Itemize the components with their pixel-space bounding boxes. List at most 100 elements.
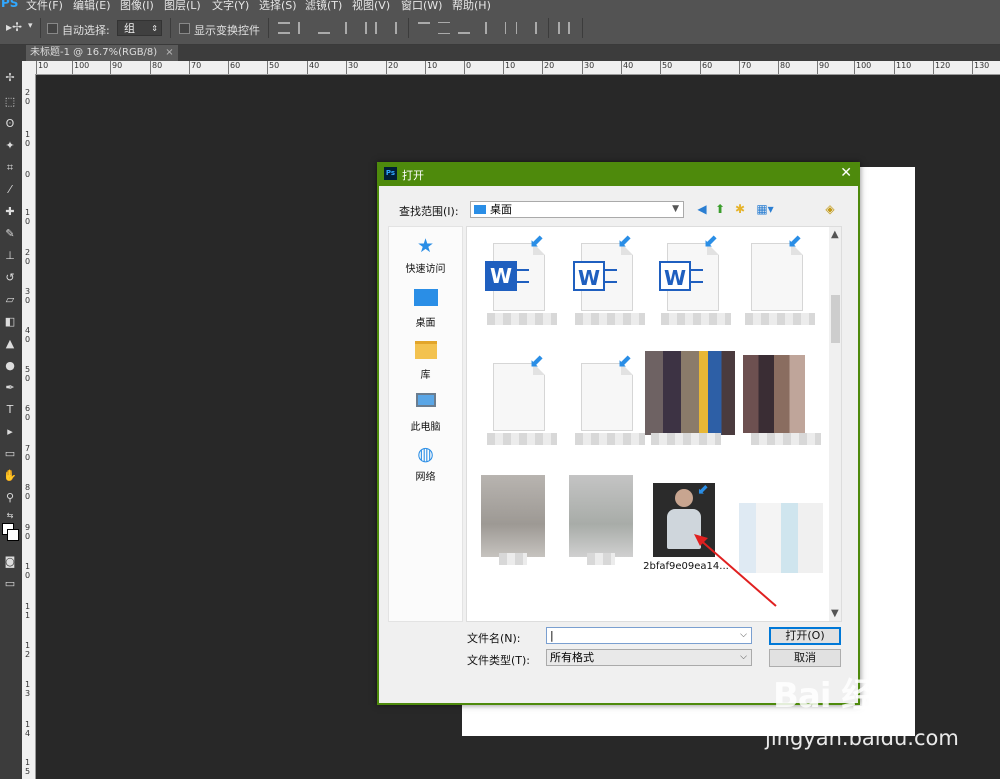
file-item[interactable]: W ⬋ (475, 231, 557, 341)
tool-preset-dropdown-icon[interactable]: ▾ (28, 21, 33, 31)
brush-tool-icon[interactable]: ✎ (2, 227, 18, 241)
align-horizontal-center-icon[interactable] (365, 22, 377, 34)
filetype-dropdown[interactable]: 所有格式 ⌵ (546, 649, 752, 666)
look-in-value: 桌面 (490, 203, 512, 216)
filename-input[interactable]: | ⌵ (546, 627, 752, 644)
history-brush-tool-icon[interactable]: ↺ (2, 271, 18, 285)
separator (548, 18, 549, 38)
scroll-down-icon[interactable]: ▼ (831, 608, 839, 619)
open-button[interactable]: 打开(O) (769, 627, 841, 645)
ruler-tick: 1 0 (25, 562, 31, 580)
healing-brush-tool-icon[interactable]: ✚ (2, 205, 18, 219)
align-left-icon[interactable] (345, 22, 357, 34)
clone-stamp-tool-icon[interactable]: ⊥ (2, 249, 18, 263)
magic-wand-tool-icon[interactable]: ✦ (2, 139, 18, 153)
menu-image[interactable]: 图像(I) (120, 0, 154, 12)
menu-select[interactable]: 选择(S) (259, 0, 297, 12)
auto-select-checkbox[interactable] (47, 23, 58, 34)
place-library[interactable]: 库 (389, 339, 462, 381)
place-label: 桌面 (415, 318, 436, 329)
back-icon[interactable]: ◀ (695, 202, 709, 216)
lasso-tool-icon[interactable]: ʘ (2, 117, 18, 131)
view-menu-icon[interactable]: ▦▾ (753, 202, 777, 216)
menu-help[interactable]: 帮助(H) (452, 0, 491, 12)
gradient-tool-icon[interactable]: ◧ (2, 315, 18, 329)
distribute-vertical-center-icon[interactable] (438, 22, 450, 34)
ruler-tick: 100 (853, 61, 872, 74)
align-right-icon[interactable] (385, 22, 397, 34)
photoshop-options-icon[interactable]: ◈ (823, 202, 837, 216)
file-item[interactable]: W ⬋ (563, 231, 645, 341)
quick-mask-icon[interactable]: ◙ (2, 555, 18, 569)
align-top-icon[interactable] (278, 22, 290, 34)
eraser-tool-icon[interactable]: ▱ (2, 293, 18, 307)
zoom-tool-icon[interactable]: ⚲ (2, 491, 18, 505)
eyedropper-tool-icon[interactable]: ⁄ (2, 183, 18, 197)
ruler-tick: 10 (35, 61, 49, 74)
computer-icon (414, 393, 438, 415)
place-quick-access[interactable]: ★ 快速访问 (389, 235, 462, 275)
background-color-swatch[interactable] (7, 529, 19, 541)
show-transform-checkbox[interactable] (179, 23, 190, 34)
vertical-scrollbar[interactable]: ▲ ▼ (829, 227, 841, 621)
file-item[interactable]: W ⬋ (649, 231, 731, 341)
ruler-tick: 60 (699, 61, 713, 74)
ruler-tick: 2 0 (25, 88, 31, 106)
marquee-tool-icon[interactable]: ⬚ (2, 95, 18, 109)
watermark-url: jingyan.baidu.com (765, 726, 959, 750)
path-selection-tool-icon[interactable]: ▸ (2, 425, 18, 439)
close-icon[interactable]: ✕ (840, 165, 852, 181)
file-item[interactable]: ⬋ (733, 231, 815, 341)
auto-select-target-dropdown[interactable]: 组 ⇕ (117, 20, 162, 36)
distribute-left-icon[interactable] (485, 22, 497, 34)
distribute-right-icon[interactable] (525, 22, 537, 34)
dodge-tool-icon[interactable]: ● (2, 359, 18, 373)
file-item[interactable] (475, 471, 555, 581)
scroll-up-icon[interactable]: ▲ (831, 229, 839, 240)
blur-tool-icon[interactable]: ▲ (2, 337, 18, 351)
distribute-bottom-icon[interactable] (458, 22, 470, 34)
cancel-button[interactable]: 取消 (769, 649, 841, 667)
distribute-horizontal-center-icon[interactable] (505, 22, 517, 34)
align-vertical-center-icon[interactable] (298, 22, 310, 34)
menu-file[interactable]: 文件(F) (26, 0, 63, 12)
crop-tool-icon[interactable]: ⌗ (2, 161, 18, 175)
chevron-down-icon[interactable]: ⌵ (740, 628, 747, 643)
place-desktop[interactable]: 桌面 (389, 287, 462, 329)
menu-type[interactable]: 文字(Y) (212, 0, 249, 12)
file-name-blurred (487, 313, 557, 325)
screen-mode-icon[interactable]: ▭ (2, 577, 18, 591)
new-folder-icon[interactable]: ✱ (733, 202, 747, 216)
file-item[interactable]: ⬋ (563, 351, 645, 461)
place-this-pc[interactable]: 此电脑 (389, 391, 462, 433)
move-tool-icon[interactable]: ✢ (2, 71, 18, 85)
pen-tool-icon[interactable]: ✒ (2, 381, 18, 395)
close-tab-icon[interactable]: × (165, 47, 173, 58)
shape-tool-icon[interactable]: ▭ (2, 447, 18, 461)
menu-filter[interactable]: 滤镜(T) (305, 0, 342, 12)
photoshop-app-icon: Ps (384, 167, 397, 180)
up-folder-icon[interactable]: ⬆ (713, 202, 727, 216)
menu-window[interactable]: 窗口(W) (401, 0, 442, 12)
auto-align-layers-icon[interactable] (558, 22, 570, 34)
file-item[interactable] (639, 351, 735, 461)
menu-layer[interactable]: 图层(L) (164, 0, 201, 12)
move-tool-icon[interactable]: ▸✢ (6, 20, 22, 34)
place-network[interactable]: ◍ 网络 (389, 443, 462, 483)
scrollbar-thumb[interactable] (831, 295, 840, 343)
separator (170, 18, 171, 38)
distribute-top-icon[interactable] (418, 22, 430, 34)
dialog-title-bar[interactable]: Ps 打开 ✕ (377, 162, 860, 186)
align-bottom-icon[interactable] (318, 22, 330, 34)
menu-view[interactable]: 视图(V) (352, 0, 390, 12)
type-tool-icon[interactable]: T (2, 403, 18, 417)
menu-edit[interactable]: 编辑(E) (73, 0, 111, 12)
swap-colors-icon[interactable]: ⇆ (2, 509, 18, 523)
file-item[interactable] (563, 471, 643, 581)
look-in-dropdown[interactable]: 桌面 ▼ (470, 201, 684, 218)
file-item[interactable]: ⬋ (475, 351, 557, 461)
ruler-tick: 80 (149, 61, 163, 74)
document-tab[interactable]: 未标题-1 @ 16.7%(RGB/8) × (26, 45, 178, 61)
hand-tool-icon[interactable]: ✋ (2, 469, 18, 483)
file-item[interactable] (739, 351, 821, 461)
